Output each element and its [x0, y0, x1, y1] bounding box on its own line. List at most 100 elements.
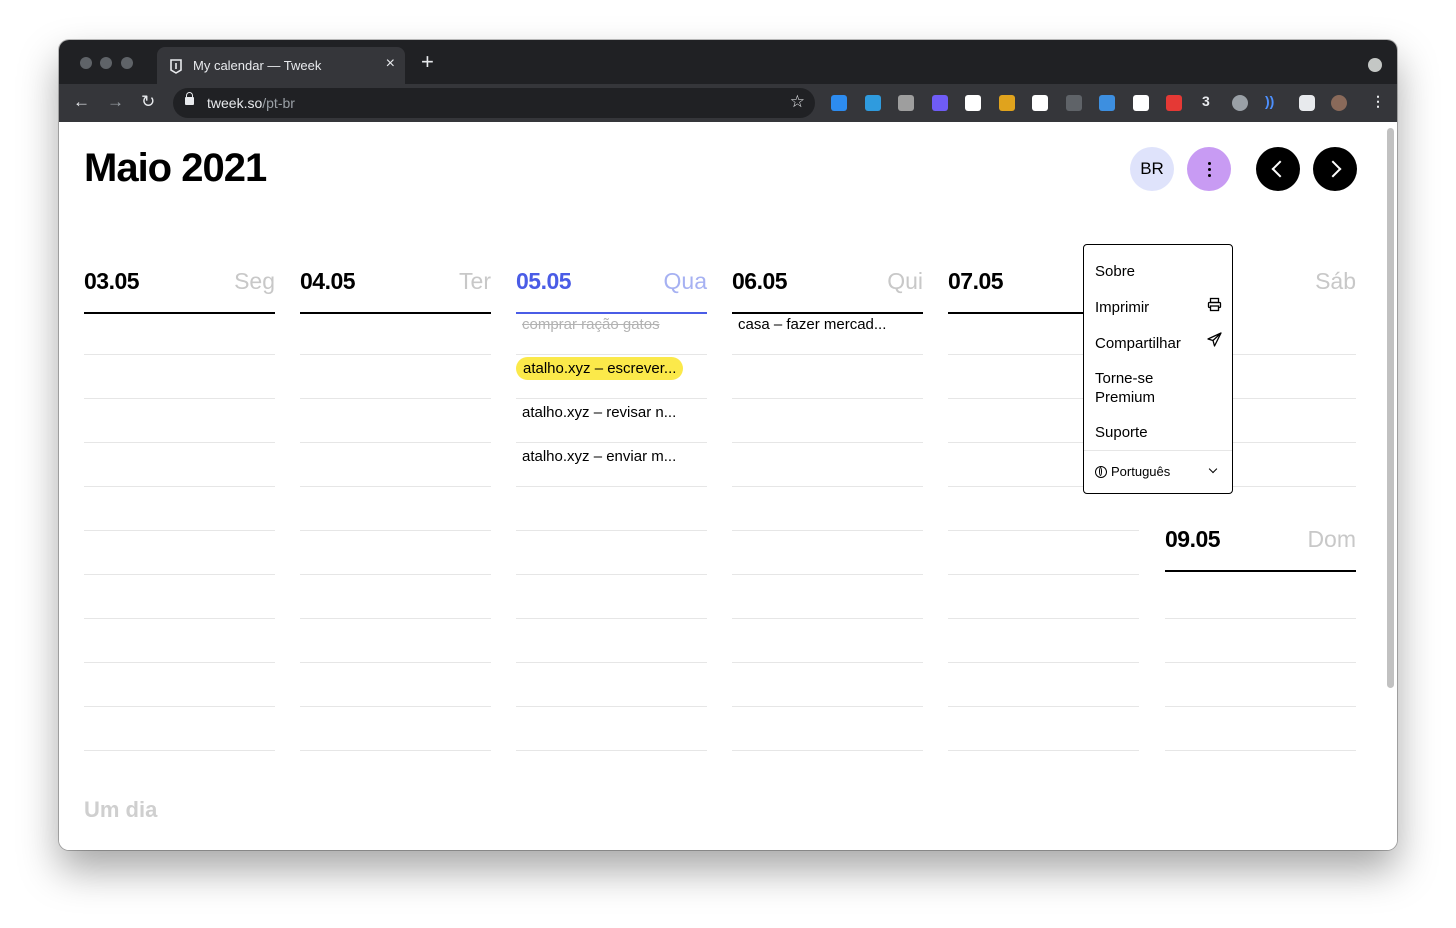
task-line[interactable]: [300, 618, 491, 619]
task-line[interactable]: [300, 354, 491, 355]
loading-extension-icon[interactable]: [1232, 95, 1248, 111]
task-line[interactable]: [84, 618, 275, 619]
task-line[interactable]: [300, 706, 491, 707]
task-line[interactable]: [300, 574, 491, 575]
task-line[interactable]: [516, 750, 707, 751]
task-line[interactable]: [948, 574, 1139, 575]
task-line[interactable]: [516, 442, 707, 443]
task-line[interactable]: [516, 354, 707, 355]
task-item[interactable]: casa – fazer mercad...: [738, 316, 886, 333]
bookmark-star-icon[interactable]: ☆: [790, 92, 805, 112]
language-button[interactable]: BR: [1130, 147, 1174, 191]
reload-button[interactable]: ↻: [141, 92, 155, 112]
notes-extension-icon[interactable]: [1032, 95, 1048, 111]
browser-tab[interactable]: My calendar — Tweek ×: [157, 47, 405, 84]
browser-window: My calendar — Tweek × + ← → ↻ tweek.so/p…: [59, 40, 1397, 850]
more-options-button[interactable]: [1187, 147, 1231, 191]
task-line[interactable]: [84, 530, 275, 531]
task-line[interactable]: [948, 750, 1139, 751]
browser-menu-icon[interactable]: ⋮: [1371, 93, 1385, 110]
next-week-button[interactable]: [1313, 147, 1357, 191]
task-line[interactable]: [84, 662, 275, 663]
task-line[interactable]: [732, 398, 923, 399]
task-line[interactable]: [1165, 706, 1356, 707]
task-line[interactable]: [516, 530, 707, 531]
task-line[interactable]: [84, 398, 275, 399]
tab-search-icon[interactable]: [1368, 58, 1382, 72]
task-line[interactable]: [948, 706, 1139, 707]
forward-button[interactable]: →: [107, 92, 124, 112]
avatar[interactable]: [1331, 95, 1347, 111]
task-line[interactable]: [516, 486, 707, 487]
task-line[interactable]: [84, 486, 275, 487]
task-line[interactable]: [732, 442, 923, 443]
task-line[interactable]: [516, 398, 707, 399]
pokeball-extension-icon[interactable]: [1166, 95, 1182, 111]
send-extension-icon[interactable]: [1132, 95, 1149, 111]
task-line[interactable]: [948, 662, 1139, 663]
previous-week-button[interactable]: [1256, 147, 1300, 191]
task-line[interactable]: [1165, 750, 1356, 751]
task-line[interactable]: [948, 530, 1139, 531]
task-line[interactable]: [732, 750, 923, 751]
address-bar[interactable]: tweek.so/pt-br ☆: [173, 88, 815, 118]
menu-item-suporte[interactable]: Suporte: [1095, 424, 1148, 441]
task-item[interactable]: atalho.xyz – escrever...: [516, 357, 684, 380]
task-line[interactable]: [1165, 618, 1356, 619]
task-line[interactable]: [732, 574, 923, 575]
scrollbar[interactable]: [1387, 128, 1394, 688]
task-line[interactable]: [300, 442, 491, 443]
task-line[interactable]: [732, 486, 923, 487]
task-line[interactable]: [732, 706, 923, 707]
task-line[interactable]: [84, 442, 275, 443]
task-line[interactable]: [948, 618, 1139, 619]
task-item[interactable]: comprar ração gatos: [522, 316, 660, 333]
k-extension-icon[interactable]: [998, 95, 1015, 111]
day-name: Qui: [887, 268, 923, 294]
gem-extension-icon[interactable]: [831, 95, 847, 111]
task-line[interactable]: [516, 706, 707, 707]
task-line[interactable]: [300, 530, 491, 531]
task-item[interactable]: atalho.xyz – revisar n...: [522, 404, 676, 421]
menu-item-premium-line1[interactable]: Torne-se: [1095, 370, 1153, 387]
tab-close-icon[interactable]: ×: [386, 55, 395, 73]
menu-item-compartilhar[interactable]: Compartilhar: [1095, 335, 1181, 352]
task-line[interactable]: [300, 662, 491, 663]
minimize-window-button[interactable]: [100, 57, 112, 69]
task-line[interactable]: [300, 750, 491, 751]
task-line[interactable]: [84, 574, 275, 575]
menu-item-premium-line2[interactable]: Premium: [1095, 389, 1155, 406]
new-tab-button[interactable]: +: [421, 51, 434, 73]
menu-item-imprimir[interactable]: Imprimir: [1095, 299, 1149, 316]
info-extension-icon[interactable]: [1065, 95, 1082, 111]
task-line[interactable]: [732, 530, 923, 531]
task-line[interactable]: [84, 706, 275, 707]
task-line[interactable]: [84, 750, 275, 751]
task-line[interactable]: [300, 398, 491, 399]
close-window-button[interactable]: [80, 57, 92, 69]
asterisk-extension-icon[interactable]: [931, 95, 948, 111]
task-line[interactable]: [516, 662, 707, 663]
menu-item-sobre[interactable]: Sobre: [1095, 263, 1135, 280]
maximize-window-button[interactable]: [121, 57, 133, 69]
task-line[interactable]: [300, 486, 491, 487]
extension-badge-count[interactable]: 3: [1202, 93, 1210, 109]
language-select[interactable]: Português: [1095, 464, 1170, 479]
task-line[interactable]: [732, 662, 923, 663]
share-extension-icon[interactable]: [864, 95, 881, 111]
back-button[interactable]: ←: [73, 92, 90, 112]
m-extension-icon[interactable]: [898, 95, 914, 111]
r-extension-icon[interactable]: [965, 95, 981, 111]
task-line[interactable]: [516, 618, 707, 619]
task-item[interactable]: atalho.xyz – enviar m...: [522, 448, 676, 465]
day-name: Sáb: [1315, 268, 1356, 294]
puzzle-extensions-icon[interactable]: [1299, 95, 1315, 111]
wifi-extension-icon[interactable]: )): [1265, 93, 1274, 109]
task-line[interactable]: [732, 618, 923, 619]
task-line[interactable]: [1165, 662, 1356, 663]
task-line[interactable]: [732, 354, 923, 355]
task-line[interactable]: [84, 354, 275, 355]
chevron-down-icon[interactable]: [1208, 464, 1218, 474]
task-line[interactable]: [516, 574, 707, 575]
vpn-extension-icon[interactable]: [1099, 95, 1115, 111]
